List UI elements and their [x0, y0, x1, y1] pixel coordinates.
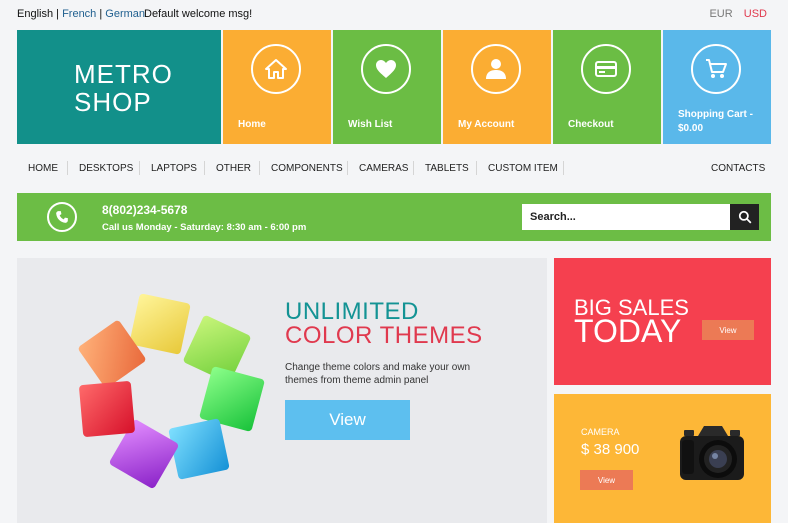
- nav-divider: [476, 161, 477, 175]
- promo-camera-label: CAMERA: [581, 427, 620, 437]
- currency-eur[interactable]: EUR: [709, 8, 732, 20]
- promo-camera[interactable]: CAMERA $ 38 900 View: [554, 394, 771, 523]
- phone-icon: [47, 202, 77, 232]
- tile-shopping-cart[interactable]: Shopping Cart - $0.00: [663, 30, 771, 144]
- tile-wishlist[interactable]: Wish List: [333, 30, 441, 144]
- lang-separator: |: [56, 8, 59, 20]
- nav-item-desktops[interactable]: DESKTOPS: [79, 163, 133, 174]
- tile-label: Home: [238, 119, 266, 130]
- tile-label: Wish List: [348, 119, 393, 130]
- tile-label: Shopping Cart - $0.00: [678, 109, 753, 134]
- phone-number: 8(802)234-5678: [102, 203, 188, 217]
- nav-item-laptops[interactable]: LAPTOPS: [151, 163, 197, 174]
- tile-label: My Account: [458, 119, 515, 130]
- nav-item-contacts[interactable]: CONTACTS: [711, 163, 765, 174]
- nav-item-cameras[interactable]: CAMERAS: [359, 163, 408, 174]
- hero-banner[interactable]: UNLIMITED COLOR THEMES Change theme colo…: [17, 258, 547, 523]
- credit-card-icon: [581, 44, 631, 94]
- lang-german-link[interactable]: German: [105, 8, 145, 20]
- tile-my-account[interactable]: My Account: [443, 30, 551, 144]
- main-nav: HOME DESKTOPS LAPTOPS OTHER COMPONENTS C…: [17, 158, 771, 180]
- nav-divider: [413, 161, 414, 175]
- nav-item-custom-item[interactable]: CUSTOM ITEM: [488, 163, 558, 174]
- top-bar: English | French | German Default welcom…: [17, 8, 771, 22]
- logo-line2: SHOP: [74, 87, 152, 117]
- heart-icon: [361, 44, 411, 94]
- banner-title-line2: COLOR THEMES: [285, 322, 483, 349]
- nav-divider: [204, 161, 205, 175]
- lang-separator: |: [99, 8, 103, 20]
- banner-description: Change theme colors and make your own th…: [285, 362, 471, 386]
- nav-item-other[interactable]: OTHER: [216, 163, 251, 174]
- nav-item-components[interactable]: COMPONENTS: [271, 163, 343, 174]
- nav-divider: [259, 161, 260, 175]
- tile-checkout[interactable]: Checkout: [553, 30, 661, 144]
- lang-french-link[interactable]: French: [62, 8, 96, 20]
- search-input[interactable]: [522, 204, 730, 230]
- search-button[interactable]: [730, 204, 759, 230]
- cart-icon: [691, 44, 741, 94]
- promo-camera-price: $ 38 900: [581, 441, 640, 458]
- nav-item-tablets[interactable]: TABLETS: [425, 163, 469, 174]
- camera-image: [680, 426, 744, 480]
- currency-switcher: EUR USD: [709, 8, 767, 20]
- search-icon: [738, 210, 752, 224]
- logo-text: METRO SHOP: [74, 60, 173, 116]
- promo-camera-view-button[interactable]: View: [580, 470, 633, 490]
- currency-usd[interactable]: USD: [744, 8, 767, 20]
- nav-item-home[interactable]: HOME: [28, 163, 58, 174]
- user-icon: [471, 44, 521, 94]
- logo-line1: METRO: [74, 59, 173, 89]
- business-hours: Call us Monday - Saturday: 8:30 am - 6:0…: [102, 222, 307, 233]
- nav-divider: [563, 161, 564, 175]
- nav-divider: [139, 161, 140, 175]
- lang-english[interactable]: English: [17, 8, 53, 20]
- tile-label: Checkout: [568, 119, 614, 130]
- tile-home[interactable]: Home: [223, 30, 331, 144]
- nav-divider: [347, 161, 348, 175]
- welcome-message: Default welcome msg!: [144, 8, 253, 20]
- color-cubes-image: [78, 294, 265, 489]
- nav-divider: [67, 161, 68, 175]
- promo-sales-line2: TODAY: [574, 313, 682, 349]
- promo-sales-view-button[interactable]: View: [702, 320, 754, 340]
- promo-big-sales[interactable]: BIG SALES TODAY View: [554, 258, 771, 385]
- home-icon: [251, 44, 301, 94]
- logo[interactable]: METRO SHOP: [17, 30, 221, 144]
- contact-bar: 8(802)234-5678 Call us Monday - Saturday…: [17, 193, 771, 241]
- language-switcher: English | French | German: [17, 8, 145, 20]
- banner-view-button[interactable]: View: [285, 400, 410, 440]
